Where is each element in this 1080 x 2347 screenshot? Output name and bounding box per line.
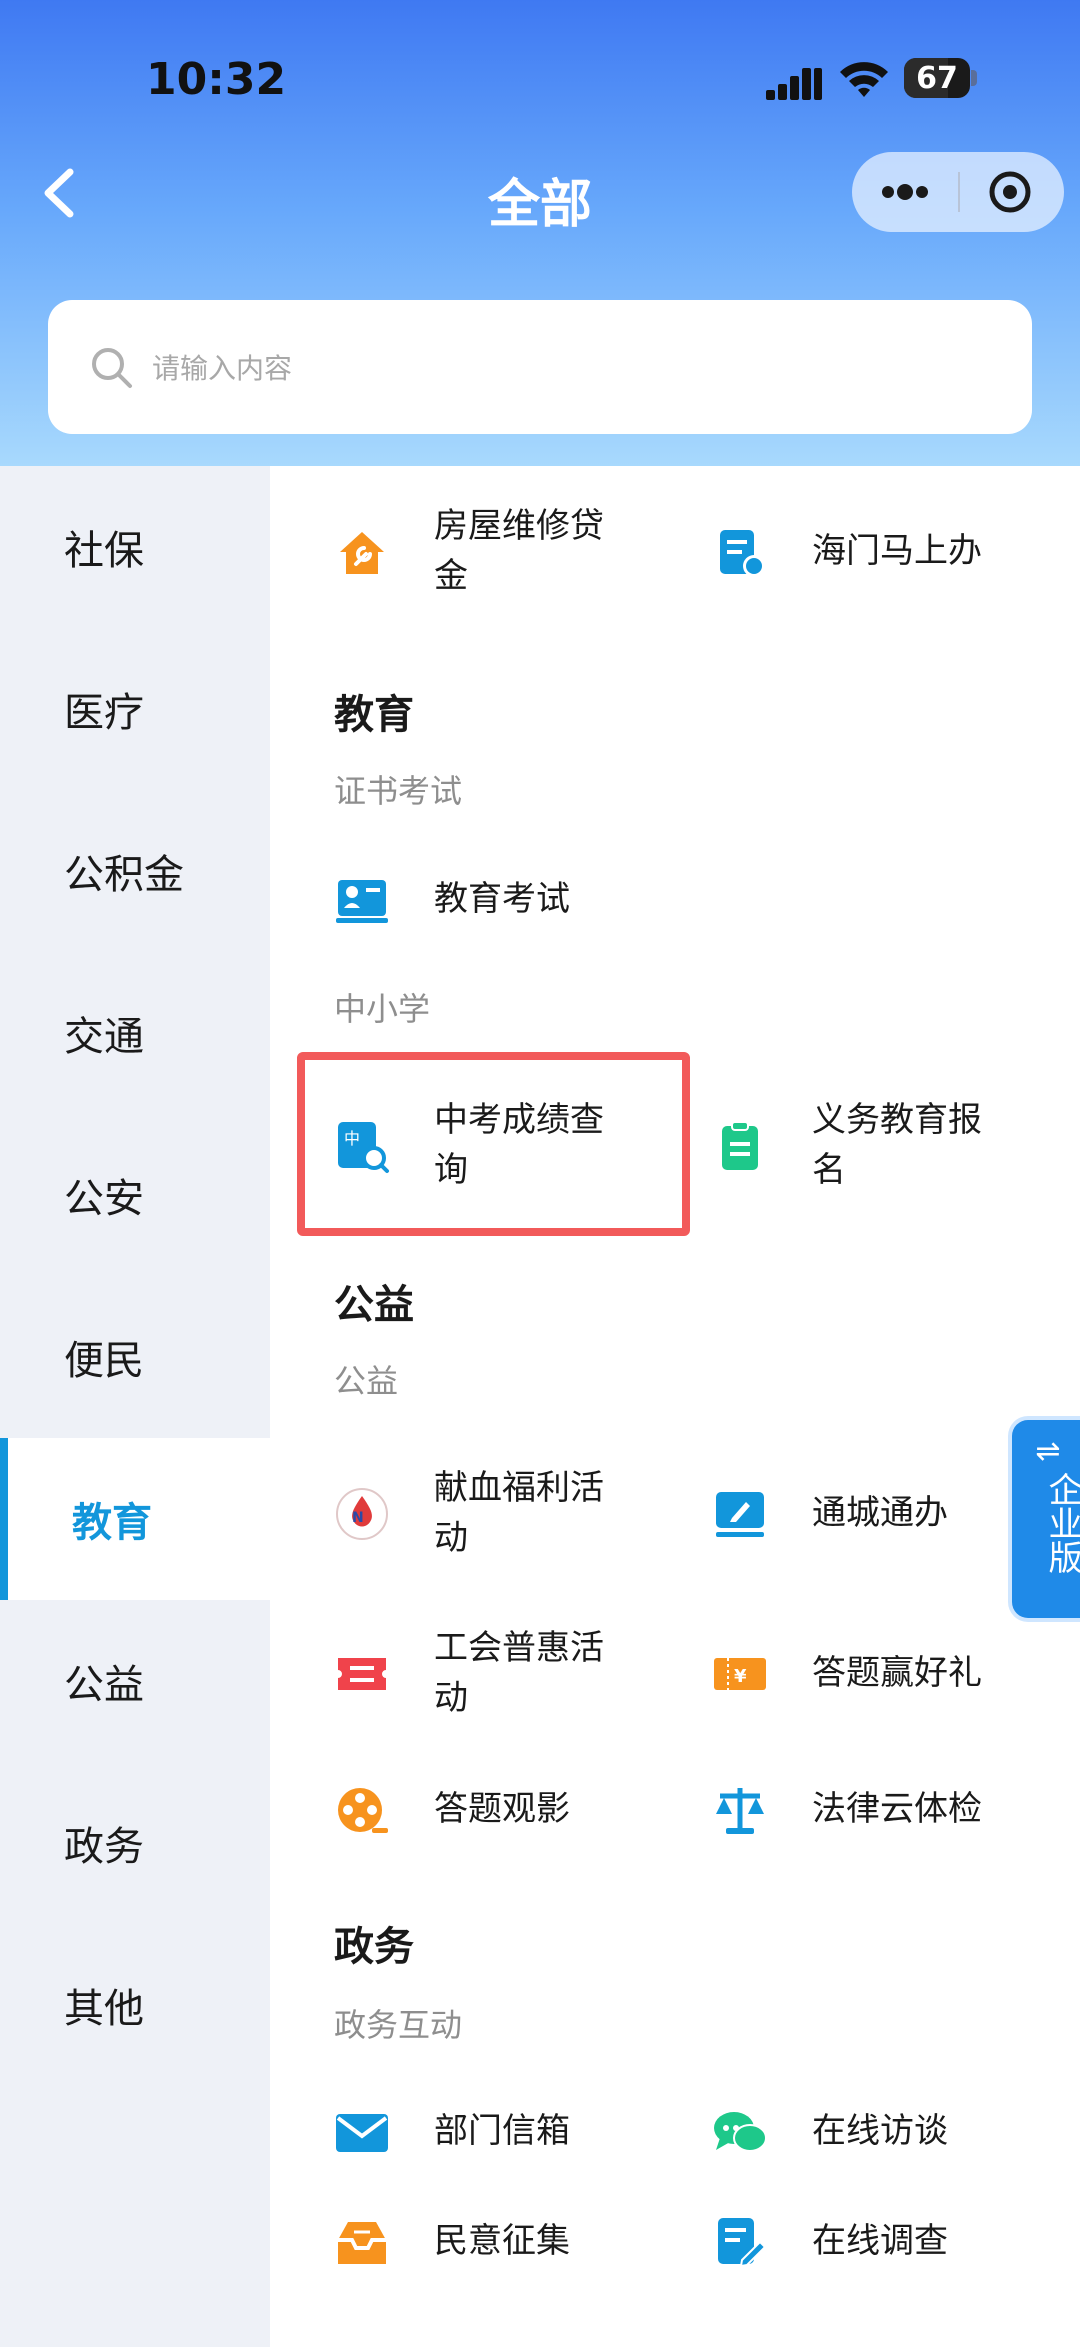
search-bar[interactable]: [48, 300, 1032, 434]
highlight-box: [297, 1052, 690, 1236]
sidebar-item-convenience[interactable]: 便民: [0, 1276, 270, 1438]
sidebar-item-charity[interactable]: 公益: [0, 1600, 270, 1762]
sidebar-item-government[interactable]: 政务: [0, 1762, 270, 1924]
battery-indicator: 67: [904, 58, 970, 98]
survey-icon: [718, 2218, 767, 2268]
inbox-icon: [338, 2222, 386, 2264]
sidebar-item-label: 社保: [64, 528, 144, 574]
sidebar-item-label: 教育: [72, 1500, 152, 1546]
voucher-icon: ¥: [714, 1658, 766, 1690]
clipboard-icon: [722, 1121, 758, 1170]
service-item-blood-donation[interactable]: N 献血福利活 动: [334, 1458, 712, 1568]
battery-percent: 67: [916, 61, 958, 96]
wifi-icon: [840, 62, 888, 97]
service-label: 在线调查: [812, 2221, 948, 2261]
subsection-k12: 中小学: [334, 990, 431, 1028]
subsection-gov-interaction: 政务互动: [334, 2006, 463, 2044]
search-icon: [92, 348, 132, 388]
service-label: 工会普惠活 动: [434, 1628, 604, 1718]
edit-screen-icon: [716, 1492, 764, 1537]
service-item-quiz-movie[interactable]: 答题观影: [334, 1754, 712, 1864]
section-title-government: 政务: [334, 1924, 414, 1970]
subsection-charity: 公益: [334, 1362, 399, 1400]
sidebar-item-education[interactable]: 教育: [0, 1438, 270, 1600]
service-item-union-benefits[interactable]: 工会普惠活 动: [334, 1618, 712, 1728]
service-item-house-repair-loan[interactable]: 房屋维修贷 金: [334, 496, 712, 606]
exam-icon: [336, 880, 388, 923]
service-label: 献血福利活 动: [434, 1468, 604, 1558]
chat-icon: [714, 2112, 767, 2152]
service-label: 答题观影: [434, 1789, 570, 1829]
sidebar-item-other[interactable]: 其他: [0, 1924, 270, 2086]
form-clock-icon: [720, 530, 765, 577]
ticket-icon: [338, 1658, 386, 1690]
film-reel-icon: [338, 1788, 388, 1833]
service-item-online-survey[interactable]: 在线调查: [712, 2186, 1080, 2296]
sidebar-item-label: 便民: [64, 1338, 144, 1384]
service-label: 部门信箱: [434, 2111, 570, 2151]
sidebar-item-label: 公安: [64, 1176, 144, 1222]
service-label: 教育考试: [434, 879, 570, 919]
service-label: 海门马上办: [812, 531, 982, 571]
enterprise-version-tab[interactable]: ⇌ 企业版: [1008, 1416, 1080, 1622]
section-title-education: 教育: [334, 692, 414, 738]
cellular-signal-icon: [766, 68, 822, 100]
service-item-education-exam[interactable]: 教育考试: [334, 844, 712, 954]
sidebar-item-label: 医疗: [64, 690, 144, 736]
sidebar-item-label: 交通: [64, 1014, 144, 1060]
service-item-compulsory-enroll[interactable]: 义务教育报 名: [712, 1090, 1080, 1200]
house-wrench-icon: [340, 532, 384, 574]
more-options-icon[interactable]: [852, 152, 958, 232]
scales-icon: [716, 1788, 764, 1834]
service-item-haimen-quick[interactable]: 海门马上办: [712, 496, 1080, 606]
sidebar-item-label: 公积金: [64, 852, 184, 898]
sidebar-item-housing-fund[interactable]: 公积金: [0, 790, 270, 952]
active-indicator: [0, 1438, 8, 1600]
sidebar-item-medical[interactable]: 医疗: [0, 628, 270, 790]
mail-icon: [336, 2114, 388, 2152]
service-item-quiz-gift[interactable]: ¥ 答题赢好礼: [712, 1618, 1080, 1728]
enterprise-label: 企业版: [1042, 1472, 1080, 1574]
sidebar-item-label: 政务: [64, 1824, 144, 1870]
swap-icon: ⇌: [1035, 1434, 1061, 1469]
miniprogram-capsule: [852, 152, 1064, 232]
service-label: 房屋维修贷 金: [434, 506, 604, 596]
subsection-certificate-exams: 证书考试: [334, 772, 463, 810]
status-time: 10:32: [146, 54, 287, 105]
close-miniprogram-icon[interactable]: [960, 152, 1064, 232]
blood-donation-icon: N: [336, 1488, 388, 1540]
service-item-online-interview[interactable]: 在线访谈: [712, 2076, 1080, 2186]
service-content: [270, 466, 1080, 2347]
service-label: 答题赢好礼: [812, 1653, 982, 1693]
sidebar-item-label: 公益: [64, 1662, 144, 1708]
battery-cap: [971, 70, 977, 86]
sidebar-item-police[interactable]: 公安: [0, 1114, 270, 1276]
category-sidebar: 社保 医疗 公积金 交通 公安 便民 教育 公益 政务 其他: [0, 466, 270, 2347]
sidebar-item-social-security[interactable]: 社保: [0, 466, 270, 628]
svg-text:N: N: [352, 1510, 364, 1526]
service-item-legal-checkup[interactable]: 法律云体检: [712, 1754, 1080, 1864]
service-label: 在线访谈: [812, 2111, 948, 2151]
service-label: 民意征集: [434, 2221, 570, 2261]
sidebar-item-label: 其他: [64, 1986, 144, 2032]
service-label: 法律云体检: [812, 1789, 982, 1829]
svg-text:¥: ¥: [734, 1666, 747, 1687]
service-item-dept-mailbox[interactable]: 部门信箱: [334, 2076, 712, 2186]
search-input[interactable]: [150, 334, 994, 402]
sidebar-item-traffic[interactable]: 交通: [0, 952, 270, 1114]
service-item-public-opinion[interactable]: 民意征集: [334, 2186, 712, 2296]
service-label: 义务教育报 名: [812, 1100, 982, 1190]
section-title-charity: 公益: [334, 1282, 414, 1328]
